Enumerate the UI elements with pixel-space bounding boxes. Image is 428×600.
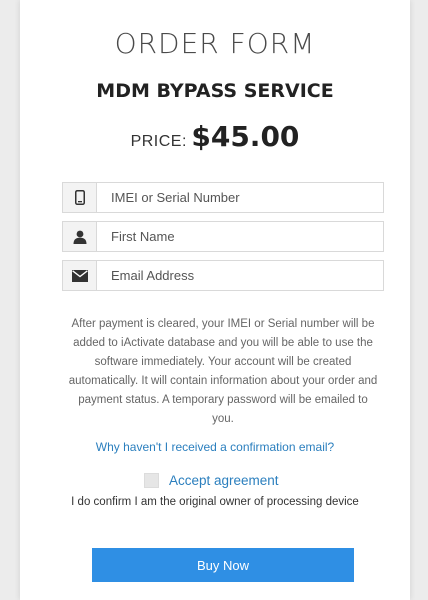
confirmation-email-help-link[interactable]: Why haven't I received a confirmation em…	[20, 440, 410, 454]
agreement-label[interactable]: Accept agreement	[169, 473, 279, 488]
agreement-row[interactable]: Accept agreement	[144, 473, 279, 488]
first-name-input[interactable]	[97, 222, 383, 251]
imei-input[interactable]	[97, 183, 383, 212]
envelope-icon	[63, 261, 97, 290]
ownership-confirm-text: I do confirm I am the original owner of …	[71, 496, 359, 508]
form-title: ORDER FORM	[114, 27, 316, 60]
agreement-checkbox[interactable]	[144, 473, 159, 488]
service-name: MDM BYPASS SERVICE	[96, 80, 334, 102]
user-icon	[63, 222, 97, 251]
phone-icon	[63, 183, 97, 212]
imei-field	[62, 182, 384, 213]
payment-info-text: After payment is cleared, your IMEI or S…	[68, 318, 378, 425]
buy-now-button[interactable]: Buy Now	[92, 548, 354, 582]
first-name-field	[62, 221, 384, 252]
price-label: PRICE:	[130, 133, 187, 150]
price-row: PRICE: $45.00	[20, 120, 410, 153]
price-value: $45.00	[191, 120, 300, 153]
email-input[interactable]	[97, 261, 383, 290]
email-field	[62, 260, 384, 291]
order-form-card: ORDER FORM MDM BYPASS SERVICE PRICE: $45…	[20, 0, 410, 600]
